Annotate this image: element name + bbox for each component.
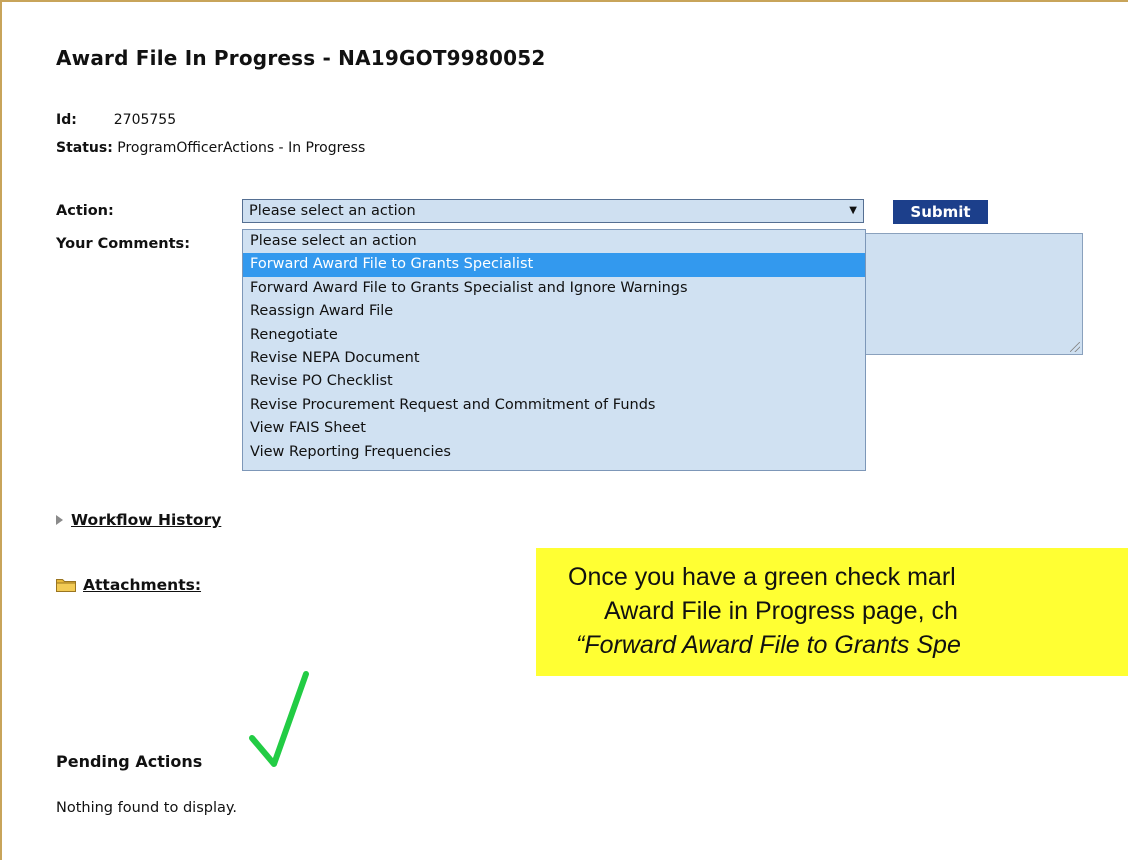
comments-label: Your Comments: bbox=[56, 236, 190, 252]
callout-line-3: “Forward Award File to Grants Spe bbox=[576, 631, 961, 659]
status-row: Status: ProgramOfficerActions - In Progr… bbox=[56, 140, 365, 156]
empty-state-text: Nothing found to display. bbox=[56, 800, 237, 816]
dropdown-arrow-icon: ▼ bbox=[849, 205, 857, 216]
page-title: Award File In Progress - NA19GOT9980052 bbox=[56, 46, 546, 70]
id-value: 2705755 bbox=[113, 112, 177, 128]
action-option[interactable]: Revise NEPA Document bbox=[243, 347, 865, 370]
action-option[interactable]: View FAIS Sheet bbox=[243, 417, 865, 440]
callout-line-1: Once you have a green check marl bbox=[568, 563, 956, 591]
action-option[interactable]: Revise Procurement Request and Commitmen… bbox=[243, 394, 865, 417]
comments-textarea[interactable] bbox=[864, 233, 1083, 355]
submit-button[interactable]: Submit bbox=[893, 200, 988, 224]
status-label: Status: bbox=[56, 140, 113, 156]
action-label: Action: bbox=[56, 203, 114, 219]
action-option[interactable]: Reassign Award File bbox=[243, 300, 865, 323]
id-label: Id: bbox=[56, 112, 77, 128]
action-option[interactable]: Renegotiate bbox=[243, 324, 865, 347]
instruction-callout: Once you have a green check marl Award F… bbox=[536, 548, 1128, 676]
resize-grip-icon[interactable] bbox=[1070, 342, 1080, 352]
folder-icon bbox=[56, 579, 76, 592]
action-select-value: Please select an action bbox=[249, 203, 416, 219]
attachments-link[interactable]: Attachments: bbox=[83, 576, 201, 594]
status-value: ProgramOfficerActions - In Progress bbox=[117, 140, 366, 156]
action-option[interactable]: Please select an action bbox=[243, 230, 865, 253]
callout-line-2: Award File in Progress page, ch bbox=[604, 597, 958, 625]
action-option[interactable]: Forward Award File to Grants Specialist … bbox=[243, 277, 865, 300]
green-check-icon bbox=[249, 671, 309, 767]
action-option[interactable]: View Reporting Frequencies bbox=[243, 441, 865, 464]
action-dropdown-list: Please select an action Forward Award Fi… bbox=[242, 229, 866, 471]
workflow-history-link[interactable]: Workflow History bbox=[71, 511, 221, 529]
expand-triangle-icon[interactable] bbox=[56, 515, 63, 525]
action-select[interactable]: Please select an action ▼ bbox=[242, 199, 864, 223]
action-option[interactable]: Revise PO Checklist bbox=[243, 370, 865, 393]
action-option-highlighted[interactable]: Forward Award File to Grants Specialist bbox=[243, 253, 865, 277]
pending-actions-heading: Pending Actions bbox=[56, 752, 203, 771]
id-row: Id: 2705755 bbox=[56, 112, 176, 128]
